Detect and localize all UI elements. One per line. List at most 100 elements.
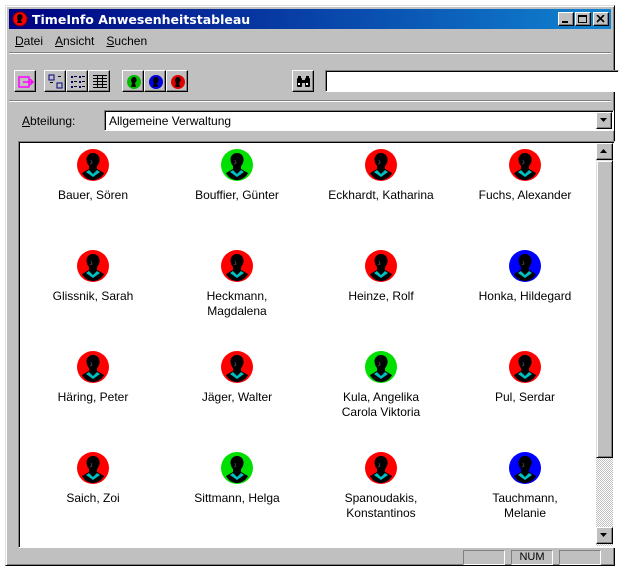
employee-status-avatar-icon bbox=[221, 250, 253, 282]
menu-bar: Datei Ansicht Suchen bbox=[9, 31, 153, 51]
employee-name: Kula, Angelika Carola Viktoria bbox=[341, 390, 421, 419]
employee-item[interactable]: Glissnik, Sarah bbox=[21, 249, 165, 304]
employee-status-avatar-icon bbox=[77, 250, 109, 282]
menu-datei-rest: atei bbox=[23, 34, 44, 48]
menu-ansicht-accel: A bbox=[55, 34, 64, 48]
chevron-down-icon bbox=[600, 118, 607, 122]
employee-item[interactable]: Kula, Angelika Carola Viktoria bbox=[309, 350, 453, 420]
employee-name: Heinze, Rolf bbox=[348, 289, 414, 303]
employee-name: Eckhardt, Katharina bbox=[328, 188, 434, 202]
employee-status-avatar-icon bbox=[365, 149, 397, 181]
scroll-down-button[interactable] bbox=[596, 527, 613, 544]
window-title: TimeInfo Anwesenheitstableau bbox=[32, 11, 251, 27]
employee-item[interactable]: Spanoudakis, Konstantinos bbox=[309, 451, 453, 521]
maximize-button[interactable] bbox=[575, 12, 591, 26]
status-present-icon bbox=[127, 75, 141, 89]
exit-button[interactable] bbox=[14, 70, 36, 92]
menu-suchen[interactable]: Suchen bbox=[100, 34, 153, 48]
employee-status-avatar-icon bbox=[365, 351, 397, 383]
title-bar[interactable]: TimeInfo Anwesenheitstableau bbox=[9, 9, 611, 29]
employee-item[interactable]: Bauer, Sören bbox=[21, 148, 165, 203]
chevron-up-icon bbox=[600, 149, 607, 153]
employee-name: Spanoudakis, Konstantinos bbox=[344, 491, 418, 520]
employee-status-avatar-icon bbox=[509, 351, 541, 383]
department-value: Allgemeine Verwaltung bbox=[109, 114, 232, 128]
status-bar: NUM bbox=[9, 550, 611, 565]
menu-datei[interactable]: Datei bbox=[9, 34, 49, 48]
employee-status-avatar-icon bbox=[509, 149, 541, 181]
status-panel-1 bbox=[463, 550, 505, 565]
employee-item[interactable]: Fuchs, Alexander bbox=[453, 148, 597, 203]
list-view-button[interactable] bbox=[66, 70, 88, 92]
employee-name: Sittmann, Helga bbox=[194, 491, 280, 505]
employee-item[interactable]: Heinze, Rolf bbox=[309, 249, 453, 304]
status-num: NUM bbox=[511, 550, 553, 565]
search-button[interactable] bbox=[292, 70, 314, 92]
minimize-button[interactable] bbox=[558, 12, 574, 26]
binoculars-search-icon bbox=[297, 76, 310, 87]
department-dropdown-button[interactable] bbox=[596, 112, 612, 129]
search-input[interactable] bbox=[325, 70, 619, 92]
toolbar-divider bbox=[9, 100, 611, 102]
maximize-icon bbox=[578, 15, 587, 23]
employee-item[interactable]: Saich, Zoi bbox=[21, 451, 165, 506]
employee-item[interactable]: Jäger, Walter bbox=[165, 350, 309, 405]
close-button[interactable] bbox=[593, 12, 609, 26]
minimize-icon bbox=[562, 21, 568, 23]
status-panel-3 bbox=[559, 550, 601, 565]
employee-status-avatar-icon bbox=[365, 452, 397, 484]
employee-item[interactable]: Pul, Serdar bbox=[453, 350, 597, 405]
app-window: TimeInfo Anwesenheitstableau Datei Ansic… bbox=[5, 5, 619, 566]
employee-item[interactable]: Heckmann, Magdalena bbox=[165, 249, 309, 319]
employee-name: Bauer, Sören bbox=[57, 188, 129, 202]
filter-away-button[interactable] bbox=[166, 70, 188, 92]
menu-suchen-rest: uchen bbox=[114, 34, 148, 48]
employee-name: Jäger, Walter bbox=[201, 390, 273, 404]
employee-name: Bouffier, Günter bbox=[195, 188, 279, 202]
status-absent-icon bbox=[149, 75, 163, 89]
menu-ansicht-rest: nsicht bbox=[63, 34, 95, 48]
list-view-icon bbox=[71, 76, 85, 88]
employee-status-avatar-icon bbox=[77, 452, 109, 484]
department-label-accel: A bbox=[22, 114, 31, 128]
exit-icon bbox=[18, 76, 35, 88]
employee-status-avatar-icon bbox=[509, 250, 541, 282]
large-icons-view-icon bbox=[48, 74, 63, 89]
employee-name: Fuchs, Alexander bbox=[478, 188, 572, 202]
employee-status-avatar-icon bbox=[221, 452, 253, 484]
employee-list[interactable]: Bauer, Sören Bouffier, Günter Eckhardt, Ka… bbox=[18, 141, 615, 548]
employee-status-avatar-icon bbox=[365, 250, 397, 282]
employee-item[interactable]: Häring, Peter bbox=[21, 350, 165, 405]
vertical-scrollbar[interactable] bbox=[596, 143, 613, 546]
menu-divider bbox=[9, 52, 611, 54]
scrollbar-thumb[interactable] bbox=[596, 160, 613, 458]
department-label: Abteilung: bbox=[22, 114, 75, 128]
employee-status-avatar-icon bbox=[221, 351, 253, 383]
large-icons-view-button[interactable] bbox=[44, 70, 66, 92]
employee-status-avatar-icon bbox=[509, 452, 541, 484]
employee-name: Glissnik, Sarah bbox=[52, 289, 134, 303]
department-select[interactable]: Allgemeine Verwaltung bbox=[104, 110, 614, 131]
employee-name: Pul, Serdar bbox=[494, 390, 556, 404]
details-view-button[interactable] bbox=[88, 70, 110, 92]
scroll-up-button[interactable] bbox=[596, 143, 613, 160]
employee-name: Honka, Hildegard bbox=[478, 289, 572, 303]
menu-ansicht[interactable]: Ansicht bbox=[49, 34, 100, 48]
details-view-icon bbox=[93, 75, 107, 88]
employee-status-avatar-icon bbox=[221, 149, 253, 181]
department-label-rest: bteilung: bbox=[30, 114, 76, 128]
employee-status-avatar-icon bbox=[77, 149, 109, 181]
employee-item[interactable]: Eckhardt, Katharina bbox=[309, 148, 453, 203]
employee-item[interactable]: Tauchmann, Melanie bbox=[453, 451, 597, 521]
employee-item[interactable]: Honka, Hildegard bbox=[453, 249, 597, 304]
status-away-icon bbox=[171, 75, 185, 89]
app-globe-icon bbox=[12, 11, 28, 27]
filter-present-button[interactable] bbox=[122, 70, 144, 92]
employee-item[interactable]: Bouffier, Günter bbox=[165, 148, 309, 203]
employee-item[interactable]: Sittmann, Helga bbox=[165, 451, 309, 506]
employee-name: Saich, Zoi bbox=[66, 491, 120, 505]
employee-name: Tauchmann, Melanie bbox=[492, 491, 558, 520]
employee-name: Heckmann, Magdalena bbox=[206, 289, 268, 318]
menu-datei-accel: D bbox=[15, 34, 24, 48]
filter-absent-button[interactable] bbox=[144, 70, 166, 92]
